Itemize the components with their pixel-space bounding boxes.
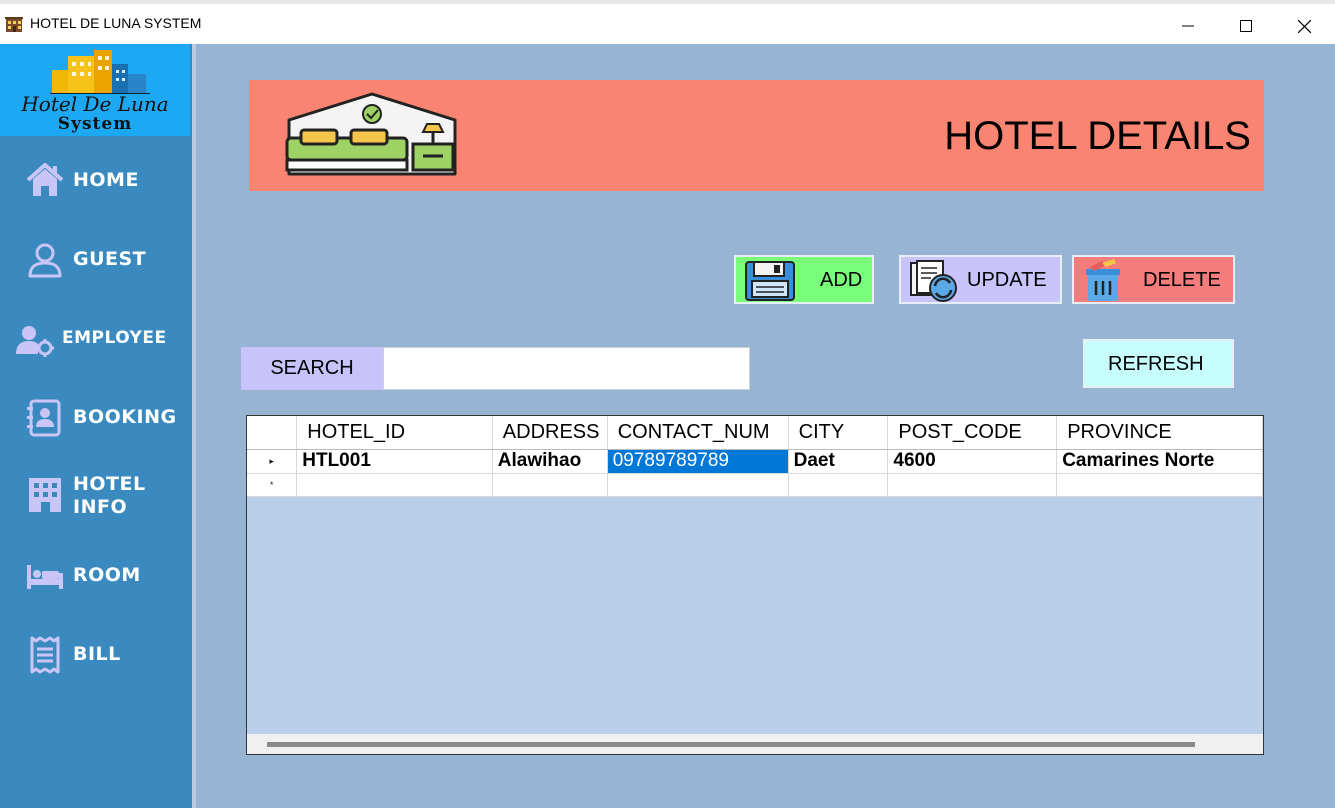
hotel-data-grid[interactable]: HOTEL_ID ADDRESS CONTACT_NUM CITY POST_C… (246, 415, 1264, 755)
window-titlebar: HOTEL DE LUNA SYSTEM (0, 0, 1335, 44)
table-cell[interactable]: HTL001 (296, 449, 493, 474)
sidebar-item-label: EMPLOYEE (62, 328, 167, 348)
sidebar-item-label: GUEST (73, 248, 147, 270)
sidebar-item-label: HOME (73, 169, 139, 191)
minimize-button[interactable] (1165, 10, 1211, 42)
table-cell[interactable] (492, 473, 608, 497)
table-header-row: HOTEL_ID ADDRESS CONTACT_NUM CITY POST_C… (247, 416, 1263, 450)
current-row-marker[interactable]: ▸ (247, 449, 298, 474)
close-icon (1297, 19, 1311, 33)
table-cell[interactable]: Daet (788, 449, 889, 474)
table-cell[interactable] (296, 473, 493, 497)
minimize-icon (1182, 25, 1194, 27)
user-icon (28, 243, 62, 278)
column-header-contact-num[interactable]: CONTACT_NUM (607, 416, 789, 450)
refresh-button-label: REFRESH (1108, 353, 1204, 375)
sidebar-item-employee[interactable]: EMPLOYEE (0, 306, 192, 366)
logo-title: Hotel De Luna (21, 92, 169, 116)
update-button-label: UPDATE (967, 269, 1047, 291)
hotel-room-bed-icon (285, 92, 457, 176)
table-cell-selected[interactable]: 09789789789 (607, 449, 789, 474)
bed-icon (27, 565, 63, 589)
table-cell[interactable] (1056, 473, 1263, 497)
hotel-table: HOTEL_ID ADDRESS CONTACT_NUM CITY POST_C… (247, 416, 1263, 497)
sidebar-item-home[interactable]: HOME (0, 148, 192, 208)
close-button[interactable] (1281, 10, 1327, 42)
search-input[interactable] (383, 347, 750, 390)
table-cell[interactable] (788, 473, 889, 497)
sidebar-item-label: BILL (73, 643, 121, 665)
update-button[interactable]: UPDATE (899, 255, 1062, 304)
table-cell[interactable]: Camarines Norte (1056, 449, 1263, 474)
table-cell[interactable] (887, 473, 1058, 497)
trash-bin-icon (1086, 259, 1120, 301)
sidebar-item-label: HOTEL (73, 473, 146, 495)
receipt-icon (30, 636, 60, 674)
table-cell[interactable] (607, 473, 789, 497)
city-buildings-icon (50, 50, 150, 94)
sidebar-item-label: ROOM (73, 564, 141, 586)
add-button[interactable]: ADD (734, 255, 874, 304)
new-row-marker[interactable]: * (247, 473, 298, 497)
column-header-post-code[interactable]: POST_CODE (887, 416, 1058, 450)
maximize-button[interactable] (1223, 10, 1269, 42)
header-banner: HOTEL DETAILS (249, 80, 1264, 191)
scrollbar-thumb[interactable] (267, 742, 1195, 747)
column-header-city[interactable]: CITY (788, 416, 889, 450)
contact-book-icon (27, 399, 61, 437)
logo: Hotel De Luna System (0, 44, 190, 136)
column-header-province[interactable]: PROVINCE (1056, 416, 1263, 450)
search-label: SEARCH (241, 347, 383, 390)
employee-gear-icon (16, 326, 54, 357)
delete-button[interactable]: DELETE (1072, 255, 1235, 304)
sidebar-item-hotel-info[interactable]: HOTEL INFO (0, 464, 192, 534)
update-document-icon (910, 260, 957, 302)
sidebar-item-booking[interactable]: BOOKING (0, 385, 192, 445)
floppy-disk-icon (745, 261, 795, 301)
logo-subtitle: System (57, 114, 133, 134)
page-title: HOTEL DETAILS (944, 114, 1251, 158)
hotel-building-icon (29, 478, 61, 512)
add-button-label: ADD (820, 269, 863, 291)
delete-button-label: DELETE (1143, 269, 1221, 291)
hotel-app-icon (5, 17, 23, 32)
column-header-hotel-id[interactable]: HOTEL_ID (296, 416, 493, 450)
main-panel: HOTEL DETAILS ADD UPDATE DELETE REFRESH … (196, 44, 1335, 808)
table-cell[interactable]: 4600 (887, 449, 1058, 474)
new-table-row[interactable]: * (247, 473, 1263, 497)
window-title: HOTEL DE LUNA SYSTEM (30, 15, 202, 31)
sidebar-item-guest[interactable]: GUEST (0, 227, 192, 287)
home-icon (26, 163, 64, 196)
horizontal-scrollbar[interactable] (247, 734, 1263, 754)
refresh-button[interactable]: REFRESH (1083, 339, 1234, 388)
sidebar-item-label: BOOKING (73, 406, 177, 428)
sidebar-item-bill[interactable]: BILL (0, 622, 192, 682)
maximize-icon (1240, 20, 1252, 32)
sidebar-item-label-line2: INFO (73, 496, 128, 518)
table-cell[interactable]: Alawihao (492, 449, 608, 474)
column-header-address[interactable]: ADDRESS (492, 416, 608, 450)
sidebar: Hotel De Luna System HOME GUEST EMPLOYEE (0, 44, 192, 808)
sidebar-item-room[interactable]: ROOM (0, 543, 192, 603)
table-row[interactable]: ▸ HTL001 Alawihao 09789789789 Daet 4600 … (247, 449, 1263, 474)
row-header-corner (247, 416, 298, 450)
